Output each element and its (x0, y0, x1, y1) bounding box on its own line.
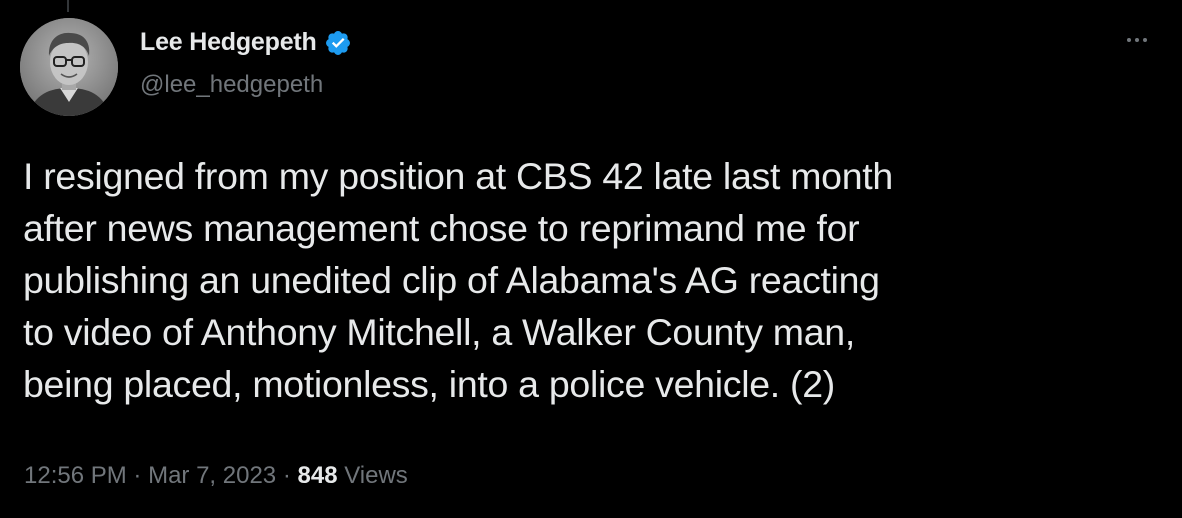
tweet-text-line: after news management chose to reprimand… (23, 207, 860, 249)
tweet-metadata: 12:56 PM · Mar 7, 2023 · 848 Views (24, 462, 408, 490)
verified-badge-icon[interactable] (324, 29, 352, 57)
meta-separator: · (282, 462, 298, 489)
tweet-text-line: publishing an unedited clip of Alabama's… (23, 259, 880, 301)
avatar[interactable] (20, 18, 118, 116)
author-display-name[interactable]: Lee Hedgepeth (140, 28, 317, 57)
views-label: Views (344, 462, 408, 489)
meta-separator: · (133, 462, 149, 489)
tweet-text: I resigned from my position at CBS 42 la… (23, 150, 1163, 410)
author-name-row: Lee Hedgepeth (140, 28, 352, 57)
tweet-time[interactable]: 12:56 PM (24, 462, 127, 489)
tweet[interactable]: Lee Hedgepeth @lee_hedgepeth I resigned … (0, 0, 1182, 518)
author-handle[interactable]: @lee_hedgepeth (140, 71, 323, 99)
more-horizontal-icon-dot (1135, 38, 1139, 42)
tweet-text-line: being placed, motionless, into a police … (23, 363, 835, 405)
more-horizontal-icon-dot (1143, 38, 1147, 42)
tweet-text-line: I resigned from my position at CBS 42 la… (23, 155, 893, 197)
views-count: 848 (297, 462, 338, 489)
tweet-date[interactable]: Mar 7, 2023 (148, 462, 276, 489)
more-options-button[interactable] (1120, 30, 1154, 50)
tweet-text-line: to video of Anthony Mitchell, a Walker C… (23, 311, 855, 353)
more-horizontal-icon (1127, 38, 1131, 42)
profile-photo (20, 18, 118, 116)
